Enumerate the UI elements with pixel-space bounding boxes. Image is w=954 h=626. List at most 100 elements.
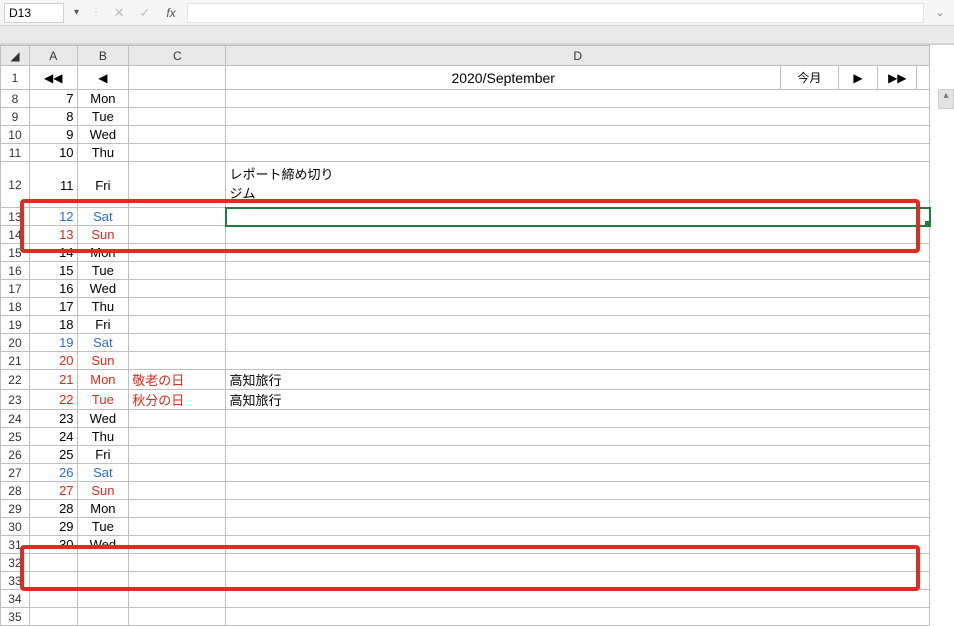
day-of-week-cell[interactable]: Tue: [77, 390, 129, 410]
row-header[interactable]: 9: [1, 108, 30, 126]
holiday-cell[interactable]: [129, 126, 226, 144]
holiday-cell[interactable]: [129, 244, 226, 262]
cell[interactable]: [77, 554, 129, 572]
cell[interactable]: [226, 608, 930, 626]
row-header[interactable]: 22: [1, 370, 30, 390]
event-cell[interactable]: [226, 500, 930, 518]
row-header[interactable]: 15: [1, 244, 30, 262]
cell[interactable]: [226, 590, 930, 608]
day-number-cell[interactable]: 11: [29, 162, 77, 208]
day-of-week-cell[interactable]: Wed: [77, 280, 129, 298]
row-header[interactable]: 21: [1, 352, 30, 370]
event-cell[interactable]: [226, 334, 930, 352]
row-header[interactable]: 14: [1, 226, 30, 244]
cancel-icon[interactable]: ✕: [109, 3, 129, 23]
day-of-week-cell[interactable]: Fri: [77, 316, 129, 334]
name-box-dropdown-icon[interactable]: ▾: [70, 7, 83, 18]
day-of-week-cell[interactable]: Thu: [77, 298, 129, 316]
holiday-cell[interactable]: [129, 536, 226, 554]
day-of-week-cell[interactable]: Mon: [77, 90, 129, 108]
day-number-cell[interactable]: 9: [29, 126, 77, 144]
holiday-cell[interactable]: [129, 482, 226, 500]
cell[interactable]: [77, 608, 129, 626]
holiday-cell[interactable]: [129, 144, 226, 162]
row-header[interactable]: 23: [1, 390, 30, 410]
event-cell[interactable]: 高知旅行: [226, 370, 930, 390]
day-number-cell[interactable]: 24: [29, 428, 77, 446]
cell[interactable]: [29, 554, 77, 572]
day-of-week-cell[interactable]: Sat: [77, 208, 129, 226]
day-number-cell[interactable]: 8: [29, 108, 77, 126]
cell[interactable]: [129, 554, 226, 572]
day-of-week-cell[interactable]: Mon: [77, 244, 129, 262]
holiday-cell[interactable]: [129, 226, 226, 244]
nav-next-button[interactable]: ▶: [838, 66, 877, 90]
row-header[interactable]: 20: [1, 334, 30, 352]
day-of-week-cell[interactable]: Fri: [77, 162, 129, 208]
holiday-cell[interactable]: [129, 90, 226, 108]
day-of-week-cell[interactable]: Thu: [77, 144, 129, 162]
day-of-week-cell[interactable]: Tue: [77, 262, 129, 280]
holiday-cell[interactable]: [129, 108, 226, 126]
row-header[interactable]: 30: [1, 518, 30, 536]
row-header[interactable]: 16: [1, 262, 30, 280]
event-cell[interactable]: [226, 208, 930, 226]
row-header[interactable]: 33: [1, 572, 30, 590]
day-of-week-cell[interactable]: Sun: [77, 352, 129, 370]
cell[interactable]: [129, 608, 226, 626]
event-cell[interactable]: [226, 536, 930, 554]
event-cell[interactable]: [226, 316, 930, 334]
day-number-cell[interactable]: 29: [29, 518, 77, 536]
day-of-week-cell[interactable]: Wed: [77, 410, 129, 428]
event-cell[interactable]: [226, 464, 930, 482]
event-cell[interactable]: [226, 298, 930, 316]
col-header-B[interactable]: B: [77, 46, 129, 66]
formula-expand-icon[interactable]: ⌄: [930, 3, 950, 23]
holiday-cell[interactable]: [129, 162, 226, 208]
confirm-icon[interactable]: ✓: [135, 3, 155, 23]
day-of-week-cell[interactable]: Sun: [77, 226, 129, 244]
cell[interactable]: [29, 572, 77, 590]
day-of-week-cell[interactable]: Tue: [77, 108, 129, 126]
cell[interactable]: [129, 66, 226, 90]
event-cell[interactable]: [226, 482, 930, 500]
col-header-A[interactable]: A: [29, 46, 77, 66]
fx-icon[interactable]: fx: [161, 3, 181, 23]
event-cell[interactable]: [226, 518, 930, 536]
row-header[interactable]: 18: [1, 298, 30, 316]
event-cell[interactable]: [226, 262, 930, 280]
day-number-cell[interactable]: 12: [29, 208, 77, 226]
holiday-cell[interactable]: [129, 280, 226, 298]
cell[interactable]: [29, 608, 77, 626]
day-of-week-cell[interactable]: Sat: [77, 334, 129, 352]
day-of-week-cell[interactable]: Tue: [77, 518, 129, 536]
day-of-week-cell[interactable]: Thu: [77, 428, 129, 446]
row-header[interactable]: 1: [1, 66, 30, 90]
row-header[interactable]: 34: [1, 590, 30, 608]
row-header[interactable]: 29: [1, 500, 30, 518]
day-number-cell[interactable]: 17: [29, 298, 77, 316]
holiday-cell[interactable]: [129, 262, 226, 280]
row-header[interactable]: 31: [1, 536, 30, 554]
event-cell[interactable]: [226, 108, 930, 126]
event-cell[interactable]: [226, 90, 930, 108]
event-cell[interactable]: [226, 446, 930, 464]
row-header[interactable]: 13: [1, 208, 30, 226]
event-cell[interactable]: [226, 428, 930, 446]
holiday-cell[interactable]: 敬老の日: [129, 370, 226, 390]
holiday-cell[interactable]: [129, 334, 226, 352]
row-header[interactable]: 35: [1, 608, 30, 626]
day-number-cell[interactable]: 22: [29, 390, 77, 410]
day-number-cell[interactable]: 25: [29, 446, 77, 464]
row-header[interactable]: 12: [1, 162, 30, 208]
day-number-cell[interactable]: 30: [29, 536, 77, 554]
day-of-week-cell[interactable]: Fri: [77, 446, 129, 464]
holiday-cell[interactable]: 秋分の日: [129, 390, 226, 410]
holiday-cell[interactable]: [129, 428, 226, 446]
day-number-cell[interactable]: 27: [29, 482, 77, 500]
day-number-cell[interactable]: 20: [29, 352, 77, 370]
nav-last-button[interactable]: ▶▶: [878, 66, 917, 90]
day-of-week-cell[interactable]: Wed: [77, 536, 129, 554]
day-of-week-cell[interactable]: Sat: [77, 464, 129, 482]
row-header[interactable]: 25: [1, 428, 30, 446]
